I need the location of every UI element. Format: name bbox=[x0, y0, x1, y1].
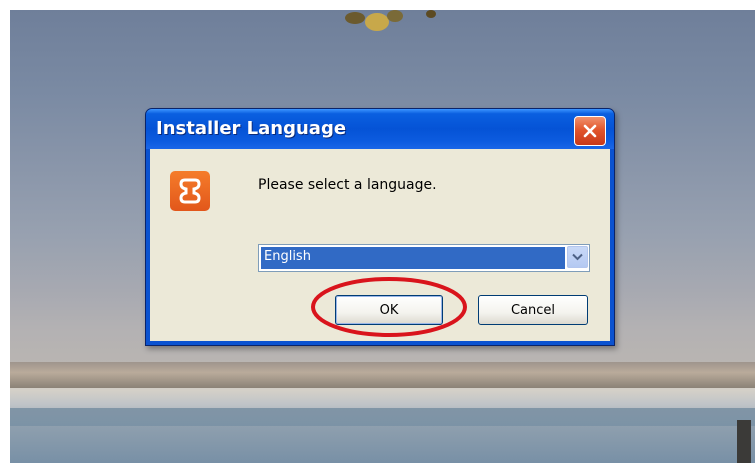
close-button[interactable] bbox=[574, 116, 606, 146]
installer-language-dialog: Installer Language Please select a langu… bbox=[145, 108, 615, 346]
dropdown-button[interactable] bbox=[567, 246, 588, 268]
dialog-title: Installer Language bbox=[156, 118, 347, 139]
shoreline bbox=[10, 362, 755, 388]
dialog-titlebar[interactable]: Installer Language bbox=[146, 109, 614, 149]
prompt-text: Please select a language. bbox=[258, 177, 437, 193]
mooring-post bbox=[737, 420, 751, 463]
cancel-button[interactable]: Cancel bbox=[478, 295, 588, 325]
chevron-down-icon bbox=[572, 253, 583, 261]
water bbox=[10, 408, 755, 426]
close-icon bbox=[583, 124, 597, 138]
ok-button[interactable]: OK bbox=[335, 295, 443, 325]
language-select[interactable]: English bbox=[258, 244, 590, 272]
dialog-body: Please select a language. English OK Can… bbox=[150, 149, 610, 341]
language-selected-value: English bbox=[261, 247, 565, 269]
xampp-logo-icon bbox=[170, 171, 210, 211]
tree-leaves-decoration bbox=[345, 10, 436, 31]
